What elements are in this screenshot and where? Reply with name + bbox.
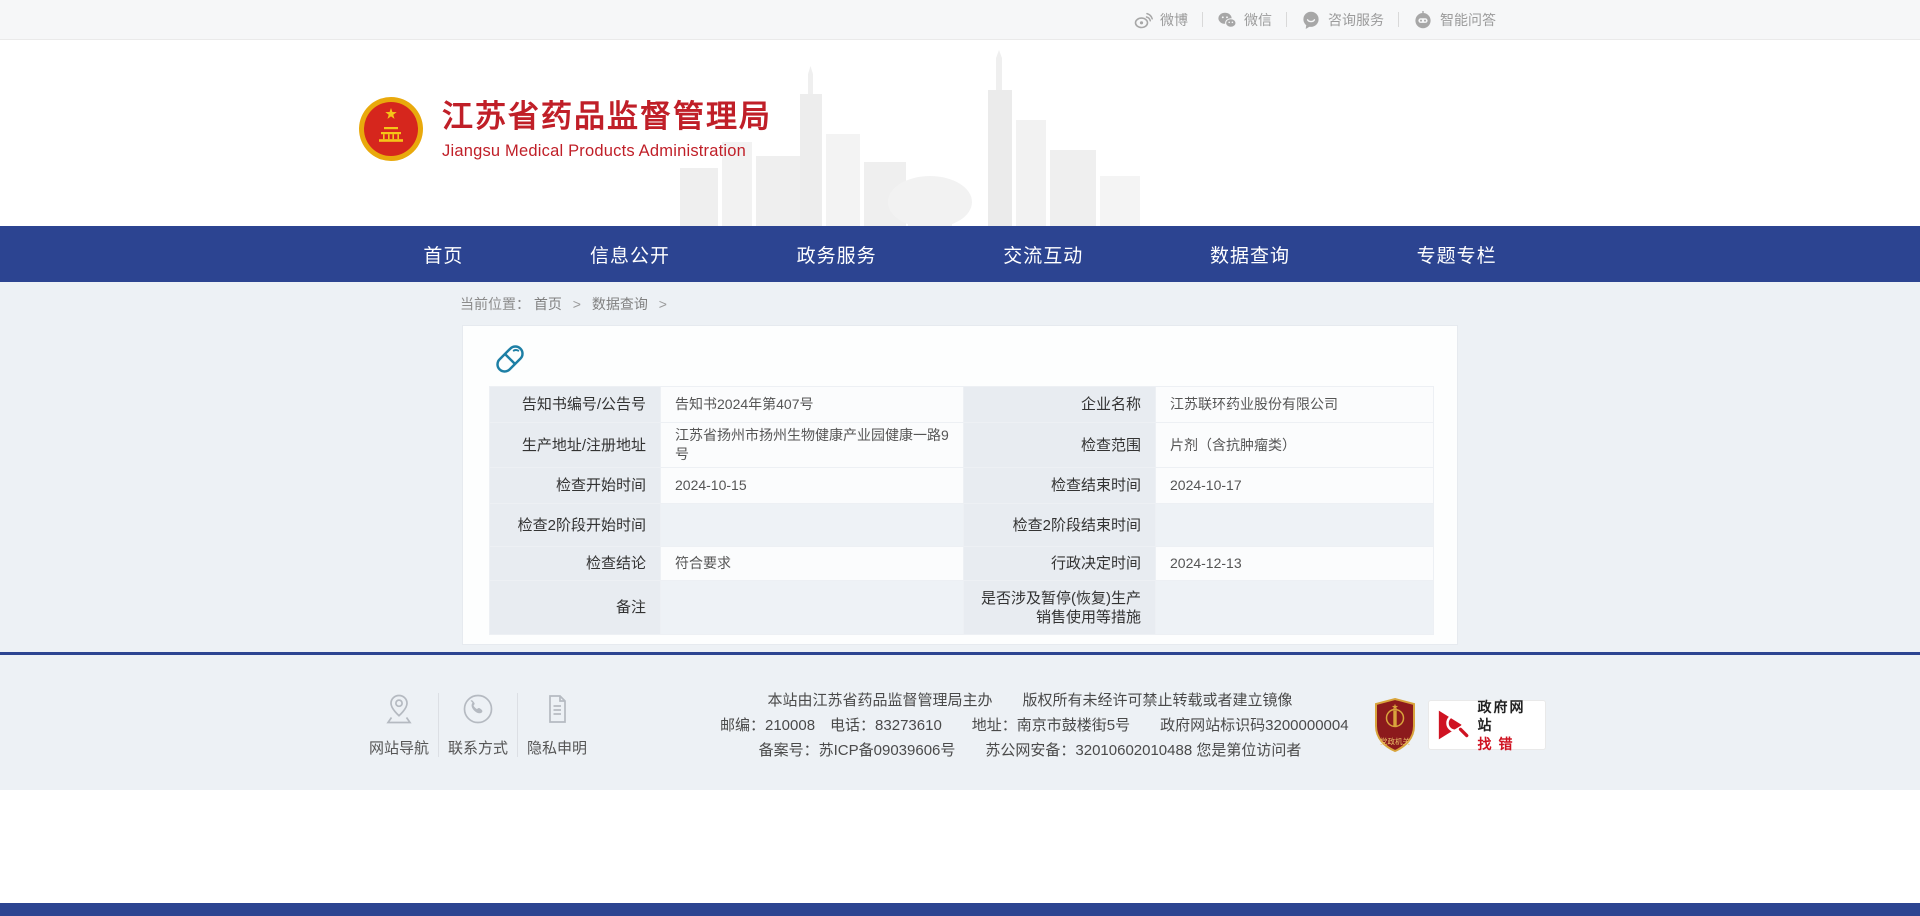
inspection-detail-table: 告知书编号/公告号 告知书2024年第407号 企业名称 江苏联环药业股份有限公… [489, 386, 1434, 635]
main-content-area: 当前位置： 首页 > 数据查询 > 告知书编号/公告号 告知书2024年第407… [0, 282, 1920, 790]
map-pin-icon [381, 691, 417, 727]
field-label: 检查2阶段结束时间 [964, 504, 1156, 547]
field-label: 检查结论 [490, 547, 661, 581]
field-value: 江苏省扬州市扬州生物健康产业园健康一路9号 [661, 423, 964, 468]
topbar-item-wechat[interactable]: 微信 [1203, 10, 1286, 30]
footer-line-host: 本站由江苏省药品监督管理局主办 版权所有未经许可禁止转载或者建立镜像 [720, 688, 1340, 713]
table-row: 检查开始时间 2024-10-15 检查结束时间 2024-10-17 [490, 468, 1434, 504]
nav-item-home[interactable]: 首页 [423, 241, 463, 268]
footer-line-contact: 邮编：210008 电话：83273610 地址：南京市鼓楼街5号 政府网站标识… [720, 713, 1340, 738]
field-label: 企业名称 [964, 387, 1156, 423]
footer-quick-links: 网站导航 联系方式 [360, 691, 596, 758]
field-value: 2024-10-17 [1156, 468, 1434, 504]
breadcrumb: 当前位置： 首页 > 数据查询 > [460, 294, 674, 314]
field-label: 检查范围 [964, 423, 1156, 468]
field-value: 告知书2024年第407号 [661, 387, 964, 423]
top-utility-bar: 微博 微信 咨询服务 [0, 0, 1920, 40]
site-logo-link[interactable]: 江苏省药品监督管理局 Jiangsu Medical Products Admi… [358, 93, 772, 165]
find-error-line1: 政府网站 [1477, 698, 1539, 734]
field-value: 2024-10-15 [661, 468, 964, 504]
footer-link-label: 隐私申明 [527, 737, 587, 758]
breadcrumb-separator: > [659, 296, 667, 312]
gov-site-find-error-badge[interactable]: 政府网站 找错 [1428, 700, 1546, 750]
footer-badges: 党政机关 政府网站 找错 [1372, 697, 1546, 753]
footer-info-text: 本站由江苏省药品监督管理局主办 版权所有未经许可禁止转载或者建立镜像 邮编：21… [720, 688, 1340, 763]
footer-link-contact[interactable]: 联系方式 [439, 691, 517, 758]
field-value: 片剂（含抗肿瘤类） [1156, 423, 1434, 468]
table-row: 备注 是否涉及暂停(恢复)生产销售使用等措施 [490, 581, 1434, 635]
field-value [661, 504, 964, 547]
wechat-icon [1217, 10, 1237, 30]
chat-service-icon [1301, 10, 1321, 30]
find-error-line2: 找错 [1477, 735, 1539, 753]
field-label: 告知书编号/公告号 [490, 387, 661, 423]
footer-link-label: 联系方式 [448, 737, 508, 758]
field-value [1156, 581, 1434, 635]
site-header: 江苏省药品监督管理局 Jiangsu Medical Products Admi… [0, 41, 1920, 226]
main-navigation: 首页 信息公开 政务服务 交流互动 数据查询 专题专栏 [0, 226, 1920, 282]
table-row: 告知书编号/公告号 告知书2024年第407号 企业名称 江苏联环药业股份有限公… [490, 387, 1434, 423]
breadcrumb-separator: > [573, 296, 581, 312]
table-row: 检查2阶段开始时间 检查2阶段结束时间 [490, 504, 1434, 547]
topbar-item-weibo[interactable]: 微博 [1119, 10, 1202, 30]
nav-item-data-query[interactable]: 数据查询 [1210, 241, 1290, 268]
field-label: 检查结束时间 [964, 468, 1156, 504]
footer-line-icp: 备案号：苏ICP备09039606号 苏公网安备：32010602010488 … [720, 738, 1340, 763]
field-label: 备注 [490, 581, 661, 635]
nav-item-gov-services[interactable]: 政务服务 [797, 241, 877, 268]
capsule-icon [491, 340, 529, 378]
field-label: 生产地址/注册地址 [490, 423, 661, 468]
robot-icon [1413, 10, 1433, 30]
footer-link-site-map[interactable]: 网站导航 [360, 691, 438, 758]
field-label: 检查2阶段开始时间 [490, 504, 661, 547]
topbar-item-label: 微信 [1244, 10, 1272, 30]
breadcrumb-prefix: 当前位置： [460, 296, 530, 312]
party-gov-badge[interactable]: 党政机关 [1372, 697, 1418, 753]
site-footer: 网站导航 联系方式 [360, 655, 1560, 790]
find-error-icon [1435, 705, 1473, 745]
nav-item-special-topics[interactable]: 专题专栏 [1417, 241, 1497, 268]
inspection-detail-card: 告知书编号/公告号 告知书2024年第407号 企业名称 江苏联环药业股份有限公… [462, 325, 1458, 645]
weibo-icon [1133, 10, 1153, 30]
page-subtitle: Jiangsu Medical Products Administration [442, 142, 772, 161]
find-error-badge-text: 政府网站 找错 [1477, 698, 1539, 753]
field-label: 是否涉及暂停(恢复)生产销售使用等措施 [964, 581, 1156, 635]
topbar-item-label: 咨询服务 [1328, 10, 1384, 30]
field-value: 符合要求 [661, 547, 964, 581]
topbar-item-label: 微博 [1160, 10, 1188, 30]
phone-icon [460, 691, 496, 727]
page-title: 江苏省药品监督管理局 [442, 97, 772, 137]
document-icon [539, 691, 575, 727]
field-label: 行政决定时间 [964, 547, 1156, 581]
field-value: 江苏联环药业股份有限公司 [1156, 387, 1434, 423]
field-label: 检查开始时间 [490, 468, 661, 504]
nav-item-info-disclosure[interactable]: 信息公开 [590, 241, 670, 268]
breadcrumb-link-home[interactable]: 首页 [534, 296, 562, 312]
table-row: 检查结论 符合要求 行政决定时间 2024-12-13 [490, 547, 1434, 581]
topbar-item-label: 智能问答 [1440, 10, 1496, 30]
field-value [1156, 504, 1434, 547]
footer-link-privacy[interactable]: 隐私申明 [518, 691, 596, 758]
national-emblem-icon [358, 93, 424, 165]
party-gov-badge-label: 党政机关 [1380, 736, 1410, 746]
field-value: 2024-12-13 [1156, 547, 1434, 581]
footer-link-label: 网站导航 [369, 737, 429, 758]
site-title-block: 江苏省药品监督管理局 Jiangsu Medical Products Admi… [442, 97, 772, 161]
nav-item-interaction[interactable]: 交流互动 [1003, 241, 1083, 268]
breadcrumb-link-data-query[interactable]: 数据查询 [592, 296, 648, 312]
table-row: 生产地址/注册地址 江苏省扬州市扬州生物健康产业园健康一路9号 检查范围 片剂（… [490, 423, 1434, 468]
topbar-item-qa[interactable]: 智能问答 [1399, 10, 1510, 30]
field-value [661, 581, 964, 635]
bottom-navy-bar [0, 903, 1920, 916]
topbar-item-consult[interactable]: 咨询服务 [1287, 10, 1398, 30]
